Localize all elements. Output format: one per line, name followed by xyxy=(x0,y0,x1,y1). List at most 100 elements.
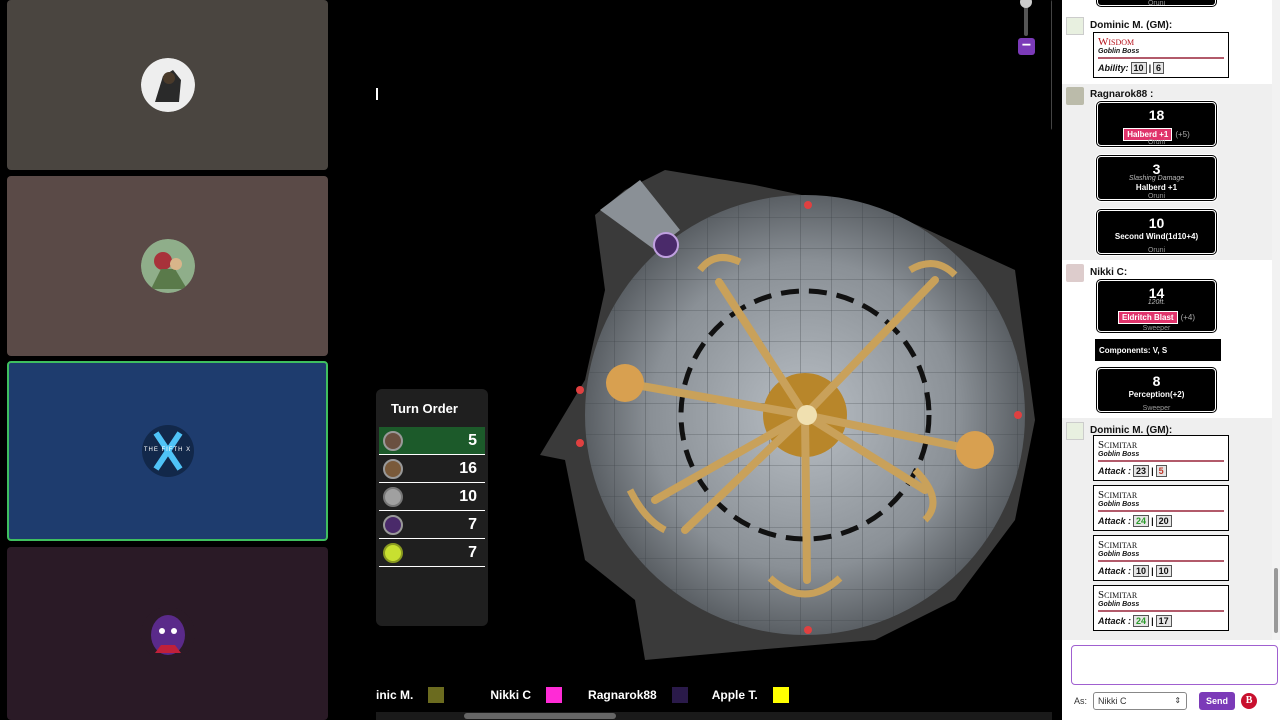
video-tile-2[interactable] xyxy=(7,176,328,356)
roll-subtitle: Goblin Boss xyxy=(1098,501,1140,508)
legend-item: Apple T. xyxy=(712,687,789,703)
roll-title: Scimitar xyxy=(1098,489,1138,501)
spell-button[interactable]: Eldritch Blast xyxy=(1117,311,1178,324)
chat-message: Dominic M. (GM): Scimitar Goblin Boss At… xyxy=(1062,418,1272,640)
roll-result-b: 17 xyxy=(1155,615,1172,627)
chat-panel: Oruni Dominic M. (GM): Wisdom Goblin Bos… xyxy=(1062,0,1280,720)
chat-message: Dominic M. (GM): Wisdom Goblin Boss Abil… xyxy=(1062,14,1272,84)
roll-modifier: (+5) xyxy=(1175,130,1190,139)
attack-roll-card: Scimitar Goblin Boss Attack : 24 | 17 xyxy=(1093,585,1229,631)
roll-card: 8 Perception(+2) Sweeper xyxy=(1095,366,1218,414)
legend-item: Nikki C xyxy=(490,687,563,703)
roll-footer: Sweeper xyxy=(1142,325,1171,332)
legend-item: Ragnarok88 xyxy=(588,687,688,703)
player-avatar xyxy=(1066,87,1084,105)
chat-input[interactable] xyxy=(1071,645,1278,685)
turn-order-row[interactable]: 7 xyxy=(379,539,485,567)
roll-label: Ability: xyxy=(1098,63,1129,73)
roll-title: Wisdom xyxy=(1098,36,1135,48)
turn-order-row[interactable]: 10 xyxy=(379,483,485,511)
video-tile-3[interactable]: THE FIFTH X xyxy=(7,361,328,541)
roll-footer: Oruni xyxy=(1147,247,1166,254)
roll-line: Attack : 24 | 20 xyxy=(1098,515,1174,527)
divider xyxy=(1098,460,1224,462)
message-sender: Nikki C: xyxy=(1090,267,1128,278)
roll-label: Halberd +1 xyxy=(1135,183,1178,192)
scrollbar-thumb[interactable] xyxy=(1274,568,1278,633)
roll-title: Scimitar xyxy=(1098,589,1138,601)
roll-footer: Oruni xyxy=(1147,0,1166,7)
video-tile-1[interactable] xyxy=(7,0,328,170)
speaking-as-select[interactable]: Nikki C ⇕ xyxy=(1093,692,1188,710)
player-avatar-1 xyxy=(140,58,195,112)
fifth-x-logo: THE FIFTH X xyxy=(138,421,198,481)
roll-footer: Sweeper xyxy=(1142,405,1171,412)
turn-order-row[interactable]: 5 xyxy=(379,427,485,455)
player-color-swatch xyxy=(772,687,789,703)
roll-total: 18 xyxy=(1148,107,1165,123)
zoom-out-button[interactable]: − xyxy=(1018,38,1035,55)
player-avatar xyxy=(1066,264,1084,282)
initiative-value: 10 xyxy=(459,487,477,505)
roll-subtitle: Goblin Boss xyxy=(1098,601,1140,608)
map-vertical-scrollbar[interactable] xyxy=(1051,0,1052,130)
attack-roll-card: Scimitar Goblin Boss Attack : 10 | 10 xyxy=(1093,535,1229,581)
attack-roll-card: Scimitar Goblin Boss Attack : 24 | 20 xyxy=(1093,485,1229,531)
player-name: Nikki C xyxy=(490,688,532,702)
roll-title: Scimitar xyxy=(1098,439,1138,451)
video-tile-4[interactable] xyxy=(7,547,328,720)
divider xyxy=(1098,560,1224,562)
beyond-icon[interactable]: B xyxy=(1241,693,1258,709)
roll-result-b: 6 xyxy=(1153,62,1165,74)
ability-roll-card: Wisdom Goblin Boss Ability: 10 | 6 xyxy=(1093,32,1229,78)
player-color-swatch xyxy=(428,687,445,703)
chat-message: Ragnarok88 : 18 Halberd +1 (+5) Oruni 3 S… xyxy=(1062,84,1272,260)
player-avatar-2 xyxy=(140,239,195,293)
purple-token[interactable] xyxy=(653,232,679,258)
player-legend: inic M. Nikki C Ragnarok88 Apple T. xyxy=(376,686,811,704)
turn-order-title: Turn Order xyxy=(391,401,458,416)
initiative-value: 7 xyxy=(468,515,477,533)
divider xyxy=(1098,610,1224,612)
logo-text: THE FIFTH X xyxy=(143,447,192,453)
roll-subtitle: Goblin Boss xyxy=(1098,48,1140,55)
gm-avatar xyxy=(1066,422,1084,440)
chat-log[interactable]: Oruni Dominic M. (GM): Wisdom Goblin Bos… xyxy=(1062,0,1272,640)
roll-result-a: 24 xyxy=(1133,615,1150,627)
roll-separator: : xyxy=(1128,616,1132,626)
player-name: Apple T. xyxy=(711,688,758,702)
send-button[interactable]: Send xyxy=(1199,692,1236,710)
initiative-value: 5 xyxy=(468,431,477,449)
roll-separator: : xyxy=(1128,566,1132,576)
roll-label: Attack xyxy=(1098,516,1126,526)
roll-card: 14 120ft. Eldritch Blast (+4) Sweeper xyxy=(1095,278,1218,334)
divider xyxy=(1098,57,1224,59)
map-horizontal-scrollbar[interactable] xyxy=(376,712,1052,720)
turn-order-row[interactable]: 7 xyxy=(379,511,485,539)
initiative-value: 16 xyxy=(459,459,477,477)
token-icon xyxy=(383,486,403,507)
roll-result-b: 10 xyxy=(1155,565,1172,577)
player-color-swatch xyxy=(546,687,563,703)
roll-total: 10 xyxy=(1148,215,1165,231)
message-sender: Ragnarok88 : xyxy=(1090,89,1154,100)
roll-result-a: 10 xyxy=(1133,565,1150,577)
battle-map[interactable]: − Turn Order 5 16 10 7 7 inic M. Nikki C… xyxy=(335,0,1052,720)
roll-result-b: 20 xyxy=(1155,515,1172,527)
token-icon xyxy=(383,514,403,535)
roll-label: Second Wind(1d10+4) xyxy=(1114,232,1199,241)
legend-item: inic M. xyxy=(376,687,445,703)
roll-modifier: (+4) xyxy=(1180,313,1196,322)
turn-order-panel: Turn Order 5 16 10 7 7 xyxy=(376,389,488,626)
scrollbar-thumb[interactable] xyxy=(464,713,616,719)
roll-title: Scimitar xyxy=(1098,539,1138,551)
roll-subtitle: Goblin Boss xyxy=(1098,451,1140,458)
divider xyxy=(1098,510,1224,512)
chat-scrollbar[interactable] xyxy=(1272,0,1280,640)
roll-line: Ability: 10 | 6 xyxy=(1098,62,1166,74)
attack-roll-card: Scimitar Goblin Boss Attack : 23 | 5 xyxy=(1093,435,1229,481)
roll-separator: : xyxy=(1128,516,1132,526)
turn-order-row[interactable]: 16 xyxy=(379,455,485,483)
roll-separator: : xyxy=(1128,466,1132,476)
token-icon xyxy=(383,458,403,479)
